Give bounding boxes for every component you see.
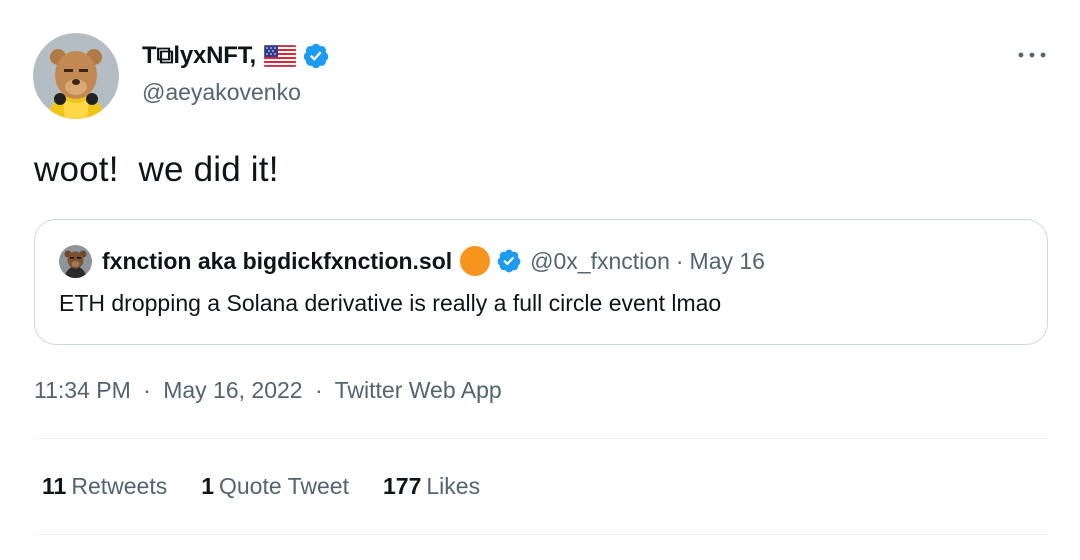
quoted-tweet-text: ETH dropping a Solana derivative is real… — [59, 290, 722, 316]
meta-separator: · — [314, 377, 323, 403]
quoted-author-display-name[interactable]: fxnction aka bigdickfxnction.sol — [102, 248, 452, 275]
author-display-name[interactable]: T⧉lyxNFT, — [142, 42, 256, 70]
stats-divider-top — [34, 438, 1048, 439]
meta-separator: · — [143, 377, 151, 403]
retweets-stat[interactable]: 11 Retweets — [42, 473, 167, 500]
quote-tweets-label: Quote Tweet — [219, 473, 349, 499]
quoted-tweet[interactable]: fxnction aka bigdickfxnction.sol @0x_fxn… — [34, 219, 1048, 345]
quoted-verified-badge-icon — [496, 248, 522, 274]
quoted-author-handle[interactable]: @0x_fxnction — [530, 248, 670, 275]
tweet-metadata: 11:34 PM · May 16, 2022 · Twitter Web Ap… — [34, 377, 502, 404]
engagement-stats: 11 Retweets 1 Quote Tweet 177 Likes — [42, 473, 514, 500]
quote-tweets-stat[interactable]: 1 Quote Tweet — [201, 473, 349, 500]
retweets-count: 11 — [42, 473, 67, 499]
quote-tweets-count: 1 — [201, 473, 214, 499]
tweet-source[interactable]: Twitter Web App — [335, 377, 502, 403]
tweet-time[interactable]: 11:34 PM — [34, 377, 131, 403]
orange-circle-icon — [460, 246, 491, 276]
tweet-card: T⧉lyxNFT, @aeyakovenko woot! we did it! … — [0, 0, 1080, 560]
tweet-date[interactable]: May 16, 2022 — [163, 377, 302, 403]
more-options-icon[interactable] — [1012, 40, 1052, 70]
author-avatar[interactable] — [33, 33, 119, 119]
quoted-tweet-date[interactable]: May 16 — [690, 248, 765, 275]
author-block: T⧉lyxNFT, @aeyakovenko — [142, 39, 330, 106]
tweet-text: woot! we did it! — [34, 150, 279, 189]
quoted-separator: · — [675, 247, 684, 274]
likes-stat[interactable]: 177 Likes — [383, 473, 480, 500]
stats-divider-bottom — [34, 534, 1048, 535]
quoted-tweet-header: fxnction aka bigdickfxnction.sol @0x_fxn… — [59, 244, 765, 278]
author-name-row: T⧉lyxNFT, — [142, 39, 330, 73]
verified-badge-icon — [302, 42, 330, 70]
quoted-author-avatar[interactable] — [59, 244, 92, 278]
us-flag-icon — [263, 44, 297, 68]
likes-label: Likes — [426, 473, 481, 499]
author-handle[interactable]: @aeyakovenko — [142, 79, 330, 106]
retweets-label: Retweets — [71, 473, 168, 499]
likes-count: 177 — [383, 473, 422, 499]
